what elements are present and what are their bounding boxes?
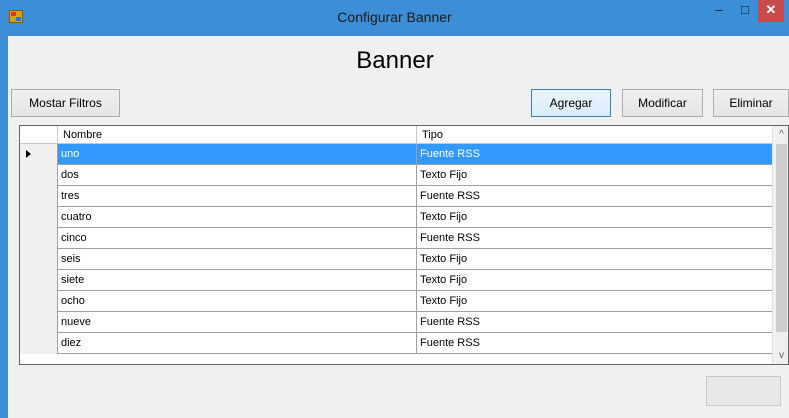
show-filters-button[interactable]: Mostar Filtros [11, 89, 120, 117]
cell-nombre[interactable]: cinco [58, 228, 417, 248]
cell-tipo[interactable]: Texto Fijo [417, 270, 772, 290]
row-header[interactable] [20, 270, 58, 291]
cell-nombre[interactable]: cuatro [58, 207, 417, 227]
close-button[interactable]: ✕ [758, 0, 784, 22]
cell-tipo[interactable]: Texto Fijo [417, 249, 772, 269]
table-row[interactable]: siete Texto Fijo [20, 270, 772, 291]
cell-nombre[interactable]: dos [58, 165, 417, 185]
scroll-down-icon[interactable]: v [773, 347, 788, 364]
scroll-up-icon[interactable]: ^ [773, 126, 788, 143]
row-header[interactable] [20, 144, 58, 165]
row-header[interactable] [20, 291, 58, 312]
page-title: Banner [356, 47, 434, 74]
cell-tipo[interactable]: Fuente RSS [417, 312, 772, 332]
title-bar[interactable]: Configurar Banner – □ ✕ [0, 0, 789, 36]
vertical-scrollbar[interactable]: ^ v [772, 126, 788, 364]
row-header-corner [20, 126, 58, 144]
configurar-banner-window: Configurar Banner – □ ✕ Banner Mostar Fi… [0, 0, 789, 418]
row-header[interactable] [20, 312, 58, 333]
row-header[interactable] [20, 333, 58, 354]
current-row-arrow-icon [26, 150, 31, 158]
table-row[interactable]: uno Fuente RSS [20, 144, 772, 165]
modify-button[interactable]: Modificar [622, 89, 703, 117]
grid-header: Nombre Tipo [20, 126, 772, 144]
row-header[interactable] [20, 186, 58, 207]
row-header[interactable] [20, 165, 58, 186]
cell-nombre[interactable]: uno [58, 144, 417, 164]
minimize-button[interactable]: – [706, 0, 732, 22]
cell-tipo[interactable]: Fuente RSS [417, 186, 772, 206]
cell-tipo[interactable]: Texto Fijo [417, 291, 772, 311]
cell-tipo[interactable]: Fuente RSS [417, 144, 772, 164]
cell-nombre[interactable]: ocho [58, 291, 417, 311]
cell-nombre[interactable]: diez [58, 333, 417, 353]
grid-rows: uno Fuente RSS dos Texto Fijo tres Fuente RSS… [20, 144, 772, 354]
window-title: Configurar Banner [337, 9, 452, 25]
table-row[interactable]: diez Fuente RSS [20, 333, 772, 354]
table-row[interactable]: cuatro Texto Fijo [20, 207, 772, 228]
maximize-button[interactable]: □ [732, 0, 758, 22]
table-row[interactable]: nueve Fuente RSS [20, 312, 772, 333]
table-row[interactable]: cinco Fuente RSS [20, 228, 772, 249]
table-row[interactable]: tres Fuente RSS [20, 186, 772, 207]
add-button[interactable]: Agregar [531, 89, 611, 117]
cell-tipo[interactable]: Fuente RSS [417, 333, 772, 353]
column-header-nombre[interactable]: Nombre [58, 126, 417, 144]
cell-tipo[interactable]: Texto Fijo [417, 207, 772, 227]
table-row[interactable]: ocho Texto Fijo [20, 291, 772, 312]
column-header-tipo[interactable]: Tipo [417, 126, 772, 144]
delete-button[interactable]: Eliminar [713, 89, 789, 117]
table-row[interactable]: dos Texto Fijo [20, 165, 772, 186]
cell-nombre[interactable]: nueve [58, 312, 417, 332]
table-row[interactable]: seis Texto Fijo [20, 249, 772, 270]
banner-data-grid[interactable]: Nombre Tipo uno Fuente RSS dos Texto Fijo tr… [19, 125, 789, 365]
cell-tipo[interactable]: Fuente RSS [417, 228, 772, 248]
row-header[interactable] [20, 228, 58, 249]
cell-nombre[interactable]: seis [58, 249, 417, 269]
row-header[interactable] [20, 207, 58, 228]
row-header[interactable] [20, 249, 58, 270]
bottom-action-button[interactable] [706, 376, 781, 406]
scroll-thumb[interactable] [776, 144, 787, 332]
form-client-area: Banner Mostar Filtros Agregar Modificar … [8, 36, 789, 418]
cell-tipo[interactable]: Texto Fijo [417, 165, 772, 185]
cell-nombre[interactable]: siete [58, 270, 417, 290]
cell-nombre[interactable]: tres [58, 186, 417, 206]
